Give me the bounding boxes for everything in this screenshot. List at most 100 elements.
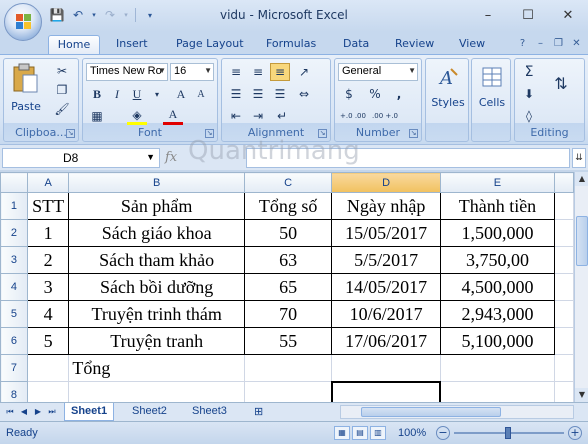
font-color-button[interactable]: A: [163, 107, 183, 125]
cell[interactable]: 1: [26, 219, 70, 247]
align-center-icon[interactable]: ☰: [248, 85, 268, 103]
column-header[interactable]: B: [68, 172, 245, 193]
maximize-button[interactable]: ☐: [508, 0, 548, 30]
cell[interactable]: [553, 300, 574, 328]
cell[interactable]: 50: [243, 219, 333, 247]
cell[interactable]: 14/05/2017: [331, 273, 441, 301]
undo-icon[interactable]: ↶: [69, 6, 87, 24]
zoom-in-button[interactable]: +: [568, 426, 582, 440]
ribbon-minimize-icon[interactable]: –: [533, 36, 548, 50]
cell[interactable]: 4,500,000: [439, 273, 555, 301]
minimize-button[interactable]: –: [468, 0, 508, 30]
clipboard-launcher-icon[interactable]: ↘: [66, 129, 75, 138]
font-name-field[interactable]: Times New Ro ▼: [86, 63, 168, 81]
row-header[interactable]: 8: [0, 381, 28, 402]
cell[interactable]: [331, 354, 441, 382]
cell[interactable]: 5/5/2017: [331, 246, 441, 274]
align-top-icon[interactable]: ≡: [226, 63, 246, 81]
normal-view-icon[interactable]: ▦: [334, 426, 350, 440]
customize-qat-icon[interactable]: ▾: [141, 6, 159, 24]
cell[interactable]: Truyện tranh: [68, 327, 245, 355]
align-bottom-icon[interactable]: ≡: [270, 63, 290, 81]
next-sheet-icon[interactable]: ▶: [32, 406, 44, 418]
cell[interactable]: [553, 192, 574, 220]
scroll-up-icon[interactable]: ▲: [575, 172, 588, 186]
cell[interactable]: 55: [243, 327, 333, 355]
underline-button[interactable]: U: [127, 85, 147, 103]
cell[interactable]: [439, 354, 555, 382]
tab-view[interactable]: View: [459, 35, 485, 54]
bold-button[interactable]: B: [87, 85, 107, 103]
sheet-tab-sheet2[interactable]: Sheet2: [126, 403, 173, 421]
cell[interactable]: [553, 246, 574, 274]
increase-indent-icon[interactable]: ⇥: [248, 107, 268, 125]
shrink-font-button[interactable]: A: [191, 85, 211, 103]
decrease-decimal-button[interactable]: .00 +.0: [371, 107, 399, 125]
sheet-tab-sheet3[interactable]: Sheet3: [186, 403, 233, 421]
vertical-scrollbar[interactable]: ▲ ▼: [574, 172, 588, 402]
cell[interactable]: 5,100,000: [439, 327, 555, 355]
cell[interactable]: [553, 354, 574, 382]
percent-button[interactable]: %: [365, 85, 385, 103]
cells-button[interactable]: Cells: [474, 65, 510, 109]
cell[interactable]: [553, 273, 574, 301]
cell[interactable]: [439, 381, 555, 402]
last-sheet-icon[interactable]: ⏭: [46, 406, 58, 418]
row-header[interactable]: 1: [0, 192, 28, 220]
currency-button[interactable]: $: [339, 85, 359, 103]
prev-sheet-icon[interactable]: ◀: [18, 406, 30, 418]
font-launcher-icon[interactable]: ↘: [205, 129, 214, 138]
insert-sheet-icon[interactable]: ⊞: [248, 403, 269, 421]
italic-button[interactable]: I: [107, 85, 127, 103]
cell[interactable]: 70: [243, 300, 333, 328]
horizontal-scroll-thumb[interactable]: [361, 407, 501, 417]
cell[interactable]: 63: [243, 246, 333, 274]
borders-icon[interactable]: ▦: [87, 107, 107, 125]
cell[interactable]: [553, 327, 574, 355]
close-button[interactable]: ✕: [548, 0, 588, 30]
office-button[interactable]: [4, 3, 42, 41]
cell[interactable]: [243, 381, 333, 402]
cell[interactable]: 3,750,00: [439, 246, 555, 274]
cell[interactable]: Truyện trinh thám: [68, 300, 245, 328]
decrease-indent-icon[interactable]: ⇤: [226, 107, 246, 125]
column-header[interactable]: A: [26, 172, 70, 193]
cell[interactable]: 65: [243, 273, 333, 301]
cell[interactable]: Sản phẩm: [68, 192, 245, 220]
autosum-button[interactable]: Σ: [519, 63, 539, 81]
cell[interactable]: Sách bồi dưỡng: [68, 273, 245, 301]
cell[interactable]: 2: [26, 246, 70, 274]
copy-icon[interactable]: ❐: [52, 81, 72, 99]
number-launcher-icon[interactable]: ↘: [409, 129, 418, 138]
cell[interactable]: Sách giáo khoa: [68, 219, 245, 247]
ribbon-close-icon[interactable]: ✕: [569, 36, 584, 50]
align-middle-icon[interactable]: ≡: [248, 63, 268, 81]
cell[interactable]: 2,943,000: [439, 300, 555, 328]
row-header[interactable]: 7: [0, 354, 28, 382]
cell[interactable]: [243, 354, 333, 382]
clear-icon[interactable]: ◊: [519, 107, 539, 125]
save-icon[interactable]: 💾: [48, 6, 66, 24]
cell[interactable]: 5: [26, 327, 70, 355]
cell[interactable]: 15/05/2017: [331, 219, 441, 247]
cell[interactable]: Ngày nhập: [331, 192, 441, 220]
cell[interactable]: Thành tiền: [439, 192, 555, 220]
tab-page-layout[interactable]: Page Layout: [176, 35, 244, 54]
font-size-field[interactable]: 16 ▼: [170, 63, 214, 81]
cut-icon[interactable]: ✂: [52, 62, 72, 80]
row-header[interactable]: 4: [0, 273, 28, 301]
grow-font-button[interactable]: A: [171, 85, 191, 103]
worksheet-grid[interactable]: A B C D E 1 STT Sản phẩm Tổng số Ngày nhập Th…: [0, 172, 574, 402]
cell[interactable]: [553, 219, 574, 247]
underline-dropdown-icon[interactable]: ▾: [147, 85, 167, 103]
format-painter-icon[interactable]: 🖌: [52, 100, 72, 118]
fill-icon[interactable]: ⬇: [519, 85, 539, 103]
merge-center-icon[interactable]: ⇔: [294, 85, 314, 103]
insert-function-icon[interactable]: fx: [165, 150, 177, 165]
formula-input[interactable]: [246, 148, 570, 168]
cell[interactable]: 3: [26, 273, 70, 301]
orientation-icon[interactable]: ↗: [294, 63, 314, 81]
cell[interactable]: 10/6/2017: [331, 300, 441, 328]
paste-button[interactable]: Paste: [8, 63, 44, 113]
expand-formula-bar-icon[interactable]: ⇊: [572, 148, 586, 168]
